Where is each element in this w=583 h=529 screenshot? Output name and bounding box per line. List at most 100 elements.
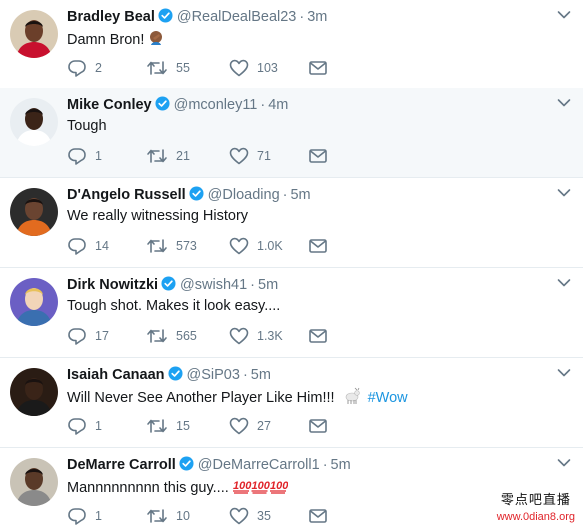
tweet-header: DeMarre Carroll @DeMarreCarroll1 · 5m (67, 456, 351, 474)
tweet[interactable]: Dirk Nowitzki @swish41 · 5m Tough shot. Make… (0, 268, 583, 358)
reply-icon (67, 237, 87, 255)
retweet-count: 10 (176, 509, 190, 523)
verified-badge-icon (186, 186, 204, 203)
watermark-cn: 零点吧直播 (500, 493, 571, 508)
author-name[interactable]: Dirk Nowitzki (67, 277, 158, 293)
tweet-timestamp[interactable]: 4m (268, 97, 288, 113)
tweet-header: Mike Conley @mconley11 · 4m (67, 96, 288, 114)
direct-message-button[interactable] (308, 416, 328, 436)
watermark-url: www.0dian8.org (496, 511, 575, 523)
author-name[interactable]: Bradley Beal (67, 9, 155, 25)
retweet-button[interactable]: 573 (146, 236, 197, 256)
tweet-actions: 17 565 1.3K (67, 326, 337, 346)
direct-message-button[interactable] (308, 58, 328, 78)
retweet-count: 15 (176, 419, 190, 433)
avatar[interactable] (10, 458, 58, 506)
separator-dot: · (260, 97, 266, 113)
facepalm-emoji-icon (144, 31, 165, 48)
tweet-body: Will Never See Another Player Like Him!!… (67, 390, 339, 406)
retweet-button[interactable]: 565 (146, 326, 197, 346)
tweet[interactable]: Mike Conley @mconley11 · 4m Tough 1 21 71 (0, 88, 583, 178)
tweet-text: Will Never See Another Player Like Him!!… (67, 387, 408, 408)
tweet-timestamp[interactable]: 5m (251, 367, 271, 383)
tweet-timestamp[interactable]: 5m (331, 457, 351, 473)
author-handle[interactable]: @DeMarreCarroll1 (198, 457, 320, 473)
like-count: 35 (257, 509, 271, 523)
tweet[interactable]: Bradley Beal @RealDealBeal23 · 3m Damn Bron!… (0, 0, 583, 90)
reply-button[interactable]: 2 (67, 58, 102, 78)
tweet-body: Tough (67, 118, 107, 134)
like-button[interactable]: 1.3K (229, 326, 283, 346)
retweet-button[interactable]: 15 (146, 416, 190, 436)
avatar[interactable] (10, 368, 58, 416)
like-button[interactable]: 103 (229, 58, 278, 78)
like-count: 1.3K (257, 329, 283, 343)
reply-icon (67, 147, 87, 165)
like-button[interactable]: 1.0K (229, 236, 283, 256)
reply-icon (67, 327, 87, 345)
direct-message-button[interactable] (308, 326, 328, 346)
author-handle[interactable]: @Dloading (208, 187, 280, 203)
retweet-icon (146, 59, 168, 77)
separator-dot: · (250, 277, 255, 293)
like-button[interactable]: 35 (229, 506, 271, 526)
tweet-text: Damn Bron! (67, 29, 165, 50)
verified-badge-icon (165, 366, 183, 383)
author-handle[interactable]: @RealDealBeal23 (177, 9, 297, 25)
reply-button[interactable]: 14 (67, 236, 109, 256)
like-button[interactable]: 27 (229, 416, 271, 436)
reply-button[interactable]: 1 (67, 146, 102, 166)
author-name[interactable]: Mike Conley (67, 97, 152, 113)
verified-badge-icon (176, 456, 194, 473)
goat-emoji-icon (339, 387, 362, 406)
tweet[interactable]: Isaiah Canaan @SiP03 · 5m Will Never See Ano… (0, 358, 583, 448)
tweet[interactable]: DeMarre Carroll @DeMarreCarroll1 · 5m Mannnn… (0, 448, 583, 529)
envelope-icon (308, 418, 328, 434)
reply-count: 1 (95, 419, 102, 433)
tweet[interactable]: D'Angelo Russell @Dloading · 5m We really wi… (0, 178, 583, 268)
avatar[interactable] (10, 10, 58, 58)
retweet-count: 55 (176, 61, 190, 75)
author-name[interactable]: Isaiah Canaan (67, 367, 165, 383)
tweet-body: Mannnnnnnnn this guy.... (67, 480, 229, 496)
watermark: 零点吧直播 www.0dian8.org (497, 493, 575, 525)
envelope-icon (308, 328, 328, 344)
direct-message-button[interactable] (308, 146, 328, 166)
heart-icon (229, 327, 249, 345)
direct-message-button[interactable] (308, 236, 328, 256)
separator-dot: · (282, 187, 288, 203)
tweet-actions: 1 10 35 (67, 506, 337, 526)
avatar[interactable] (10, 278, 58, 326)
tweet-header: D'Angelo Russell @Dloading · 5m (67, 186, 311, 204)
reply-button[interactable]: 17 (67, 326, 109, 346)
tweet-timestamp[interactable]: 5m (290, 187, 310, 203)
tweet-body: Tough shot. Makes it look easy.... (67, 298, 281, 314)
author-name[interactable]: D'Angelo Russell (67, 187, 186, 203)
tweet-timestamp[interactable]: 3m (307, 9, 327, 25)
author-handle[interactable]: @mconley11 (174, 97, 258, 113)
like-button[interactable]: 71 (229, 146, 271, 166)
author-handle[interactable]: @swish41 (180, 277, 247, 293)
like-count: 71 (257, 149, 271, 163)
tweet-text: Mannnnnnnnn this guy.... 100 100 100 (67, 477, 288, 498)
retweet-button[interactable]: 10 (146, 506, 190, 526)
envelope-icon (308, 508, 328, 524)
retweet-button[interactable]: 21 (146, 146, 190, 166)
tweet-body: Damn Bron! (67, 32, 145, 48)
tweet-header: Dirk Nowitzki @swish41 · 5m (67, 276, 278, 294)
tweet-text: Tough shot. Makes it look easy.... (67, 297, 280, 316)
retweet-button[interactable]: 55 (146, 58, 190, 78)
avatar[interactable] (10, 98, 58, 146)
tweet-timestamp[interactable]: 5m (258, 277, 278, 293)
hundred-emoji-icon: 100 100 100 (229, 480, 288, 496)
svg-text:100: 100 (251, 480, 270, 492)
reply-button[interactable]: 1 (67, 416, 102, 436)
author-name[interactable]: DeMarre Carroll (67, 457, 176, 473)
reply-button[interactable]: 1 (67, 506, 102, 526)
direct-message-button[interactable] (308, 506, 328, 526)
author-handle[interactable]: @SiP03 (187, 367, 240, 383)
retweet-icon (146, 327, 168, 345)
avatar[interactable] (10, 188, 58, 236)
envelope-icon (308, 60, 328, 76)
hashtag-link[interactable]: #Wow (368, 390, 408, 406)
